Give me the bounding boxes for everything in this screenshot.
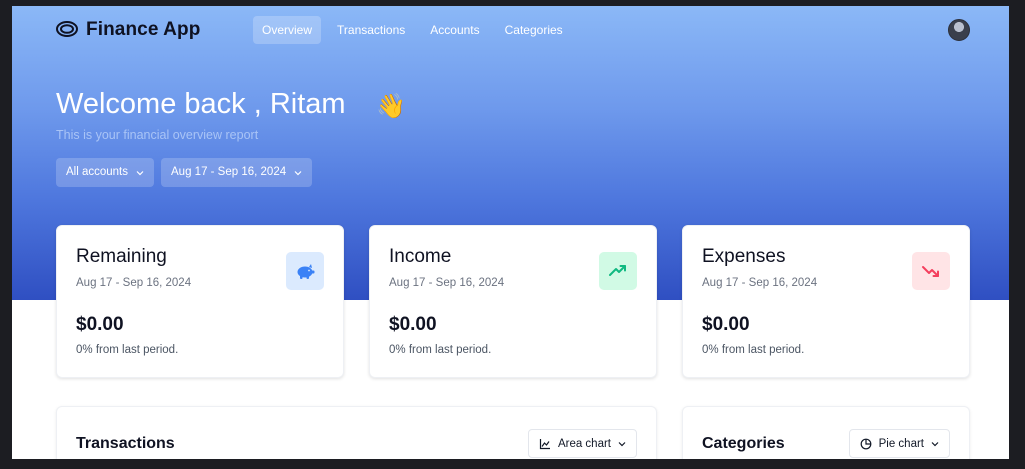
chevron-down-icon bbox=[136, 170, 144, 175]
top-navbar: Finance App Overview Transactions Accoun… bbox=[12, 6, 1009, 52]
card-change: 0% from last period. bbox=[702, 344, 805, 356]
card-change: 0% from last period. bbox=[389, 344, 492, 356]
remaining-card: Remaining Aug 17 - Sep 16, 2024 $0.00 0%… bbox=[56, 225, 344, 378]
card-title: Remaining bbox=[76, 246, 167, 267]
chevron-down-icon bbox=[294, 170, 302, 175]
piggy-bank-icon bbox=[286, 252, 324, 290]
user-avatar[interactable] bbox=[948, 19, 970, 41]
card-date: Aug 17 - Sep 16, 2024 bbox=[389, 277, 505, 289]
chart-type-label: Pie chart bbox=[878, 437, 924, 450]
nav-overview[interactable]: Overview bbox=[253, 16, 322, 44]
nav-categories[interactable]: Categories bbox=[496, 16, 572, 44]
main-nav: Overview Transactions Accounts Categorie… bbox=[253, 16, 579, 44]
app-title[interactable]: Finance App bbox=[86, 19, 200, 41]
expenses-card: Expenses Aug 17 - Sep 16, 2024 $0.00 0% … bbox=[682, 225, 970, 378]
account-filter-label: All accounts bbox=[66, 166, 129, 178]
app-frame: Finance App Overview Transactions Accoun… bbox=[12, 6, 1009, 459]
card-amount: $0.00 bbox=[702, 314, 750, 335]
card-date: Aug 17 - Sep 16, 2024 bbox=[76, 277, 192, 289]
chevron-down-icon bbox=[618, 441, 626, 446]
card-title: Income bbox=[389, 246, 452, 267]
welcome-subtitle: This is your financial overview report bbox=[56, 128, 259, 142]
pie-chart-icon bbox=[860, 438, 872, 449]
nav-accounts[interactable]: Accounts bbox=[421, 16, 488, 44]
trending-up-icon bbox=[599, 252, 637, 290]
income-card: Income Aug 17 - Sep 16, 2024 $0.00 0% fr… bbox=[369, 225, 657, 378]
card-title: Expenses bbox=[702, 246, 786, 267]
card-amount: $0.00 bbox=[389, 314, 437, 335]
card-amount: $0.00 bbox=[76, 314, 124, 335]
filter-bar: All accounts Aug 17 - Sep 16, 2024 bbox=[56, 158, 319, 187]
chart-type-label: Area chart bbox=[557, 437, 611, 450]
nav-transactions[interactable]: Transactions bbox=[328, 16, 414, 44]
chevron-down-icon bbox=[931, 441, 939, 446]
transactions-panel: Transactions Area chart bbox=[56, 406, 657, 459]
date-range-filter-select[interactable]: Aug 17 - Sep 16, 2024 bbox=[161, 158, 313, 187]
logo-icon[interactable] bbox=[56, 21, 78, 37]
trending-down-icon bbox=[912, 252, 950, 290]
welcome-heading: Welcome back , Ritam bbox=[56, 88, 346, 120]
wave-emoji: 👋 bbox=[376, 93, 406, 120]
panel-title: Categories bbox=[702, 435, 785, 452]
chart-type-select[interactable]: Area chart bbox=[527, 429, 637, 458]
panel-title: Transactions bbox=[76, 435, 175, 452]
account-filter-select[interactable]: All accounts bbox=[56, 158, 155, 187]
categories-panel: Categories Pie chart bbox=[682, 406, 970, 459]
chart-type-select[interactable]: Pie chart bbox=[848, 429, 950, 458]
area-chart-icon bbox=[539, 438, 550, 449]
card-date: Aug 17 - Sep 16, 2024 bbox=[702, 277, 818, 289]
date-range-label: Aug 17 - Sep 16, 2024 bbox=[171, 166, 287, 178]
card-change: 0% from last period. bbox=[76, 344, 179, 356]
